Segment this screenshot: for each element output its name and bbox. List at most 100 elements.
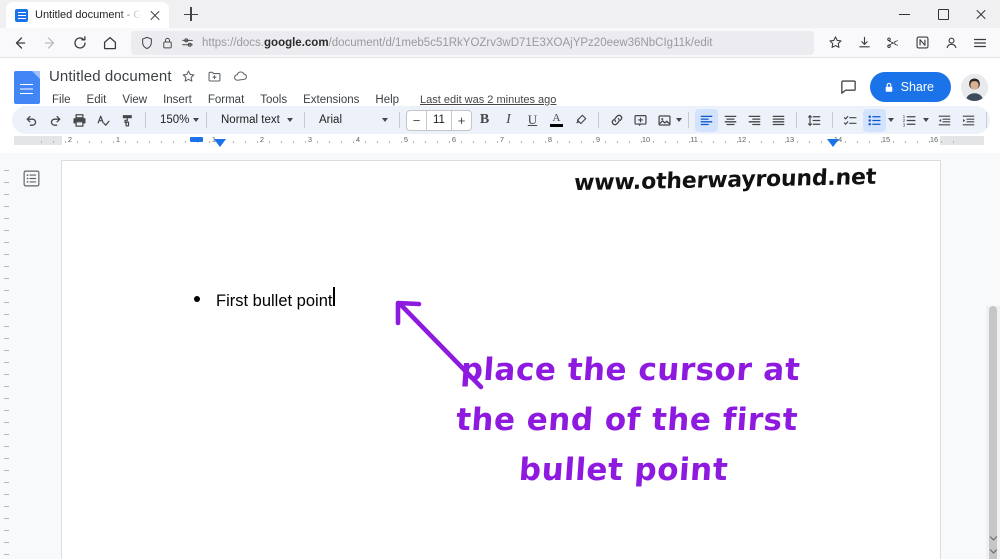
browser-tab[interactable]: Untitled document - Google Do <box>6 2 169 28</box>
ruler-tick <box>557 140 558 143</box>
redo-icon[interactable] <box>44 109 67 132</box>
bulleted-list-icon[interactable] <box>863 108 886 132</box>
lock-icon[interactable] <box>161 36 174 50</box>
move-to-folder-icon[interactable] <box>207 68 224 85</box>
cloud-saved-icon[interactable] <box>233 68 250 85</box>
font-size-decrease-button[interactable]: − <box>407 111 426 130</box>
clear-formatting-icon[interactable] <box>993 109 1000 132</box>
first-line-indent-marker[interactable] <box>190 137 203 142</box>
undo-icon[interactable] <box>20 109 43 132</box>
scroll-down-end-icon[interactable] <box>986 544 1000 558</box>
bulleted-list-chevron-icon[interactable] <box>888 118 894 122</box>
bold-button[interactable]: B <box>473 109 496 132</box>
vertical-ruler[interactable] <box>0 166 14 559</box>
share-button[interactable]: Share <box>869 72 951 102</box>
ruler-tick <box>449 140 450 143</box>
url-text[interactable]: https://docs.google.com/document/d/1meb5… <box>202 37 805 49</box>
numbered-list-icon[interactable]: 123 <box>898 109 921 132</box>
new-tab-button[interactable] <box>178 1 204 27</box>
vertical-ruler-tick <box>4 350 9 351</box>
google-docs-logo-icon[interactable] <box>10 65 43 109</box>
ruler-number: 10 <box>641 135 651 144</box>
ruler-tick <box>269 140 270 143</box>
scroll-down-icon[interactable] <box>986 531 1000 545</box>
url-bar[interactable]: https://docs.google.com/document/d/1meb5… <box>131 30 814 55</box>
extensions-icon[interactable] <box>879 30 907 56</box>
print-icon[interactable] <box>68 109 91 132</box>
docs-header-actions: Share <box>838 72 988 102</box>
star-icon[interactable] <box>181 68 198 85</box>
menu-file[interactable]: File <box>49 93 74 107</box>
menu-extensions[interactable]: Extensions <box>300 93 362 107</box>
ruler-tick <box>725 140 726 143</box>
home-icon[interactable] <box>96 30 124 56</box>
downloads-icon[interactable] <box>850 30 878 56</box>
page-settings-icon[interactable] <box>181 36 195 50</box>
checklist-icon[interactable] <box>839 109 862 132</box>
minimize-icon[interactable] <box>886 0 924 28</box>
menu-tools[interactable]: Tools <box>257 93 290 107</box>
underline-button[interactable]: U <box>521 109 544 132</box>
menu-help[interactable]: Help <box>372 93 402 107</box>
comment-history-icon[interactable] <box>838 76 860 98</box>
align-justify-icon[interactable] <box>767 109 790 132</box>
image-options-chevron-icon[interactable] <box>676 118 682 122</box>
decrease-indent-icon[interactable] <box>933 109 956 132</box>
line-spacing-icon[interactable] <box>803 109 826 132</box>
ruler-tick <box>209 140 210 143</box>
insert-image-icon[interactable] <box>653 109 676 132</box>
ruler-tick <box>461 140 462 143</box>
document-outline-icon[interactable] <box>20 167 42 189</box>
increase-indent-icon[interactable] <box>957 109 980 132</box>
scrollbar-thumb[interactable] <box>989 306 997 559</box>
add-comment-icon[interactable] <box>629 109 652 132</box>
ruler-number: 5 <box>403 135 409 144</box>
zoom-select[interactable]: 150% <box>152 109 200 132</box>
right-indent-marker[interactable] <box>827 139 839 147</box>
left-indent-marker[interactable] <box>214 139 226 147</box>
ruler-tick <box>929 140 930 143</box>
menu-edit[interactable]: Edit <box>84 93 110 107</box>
spellcheck-icon[interactable] <box>92 109 115 132</box>
paragraph-style-select[interactable]: Normal text <box>213 109 298 132</box>
window-close-icon[interactable] <box>962 0 1000 28</box>
bullet-list-item[interactable]: First bullet point <box>194 287 336 311</box>
account-icon[interactable] <box>937 30 965 56</box>
app-menu-icon[interactable] <box>966 30 994 56</box>
horizontal-ruler[interactable]: 2 1 1 2 3 4 5 6 7 8 9 10 11 12 13 14 15 16 <box>14 134 984 147</box>
numbered-list-chevron-icon[interactable] <box>923 118 929 122</box>
document-page[interactable]: www.otherwayround.net First bullet point… <box>62 161 940 559</box>
font-size-increase-button[interactable]: + <box>452 111 471 130</box>
italic-button[interactable]: I <box>497 109 520 132</box>
docs-title-column: Untitled document File Edit View Insert … <box>43 64 838 110</box>
menu-insert[interactable]: Insert <box>160 93 195 107</box>
link-icon[interactable] <box>605 109 628 132</box>
ruler-tick <box>905 140 906 143</box>
notion-extension-icon[interactable] <box>908 30 936 56</box>
user-avatar[interactable] <box>961 73 988 101</box>
text-color-button[interactable]: A <box>545 109 568 132</box>
bookmark-star-icon[interactable] <box>821 30 849 56</box>
document-title[interactable]: Untitled document <box>49 68 172 85</box>
highlight-icon[interactable] <box>569 109 592 132</box>
forward-arrow-icon[interactable] <box>36 30 64 56</box>
ruler-tick <box>161 140 162 143</box>
reload-icon[interactable] <box>66 30 94 56</box>
font-size-input[interactable]: 11 <box>426 110 452 130</box>
vertical-ruler-tick <box>4 434 9 435</box>
vertical-scrollbar[interactable] <box>986 306 1000 559</box>
vertical-ruler-tick <box>4 182 9 183</box>
font-family-select[interactable]: Arial <box>311 109 393 132</box>
align-right-icon[interactable] <box>743 109 766 132</box>
paint-format-icon[interactable] <box>116 109 139 132</box>
align-center-icon[interactable] <box>719 109 742 132</box>
close-icon[interactable] <box>148 8 162 22</box>
align-left-icon[interactable] <box>695 108 718 132</box>
ruler-tick <box>401 140 402 143</box>
shield-icon[interactable] <box>140 36 154 50</box>
maximize-icon[interactable] <box>924 0 962 28</box>
last-edit-status[interactable]: Last edit was 2 minutes ago <box>420 94 556 106</box>
menu-view[interactable]: View <box>119 93 150 107</box>
menu-format[interactable]: Format <box>205 93 247 107</box>
back-arrow-icon[interactable] <box>6 30 34 56</box>
